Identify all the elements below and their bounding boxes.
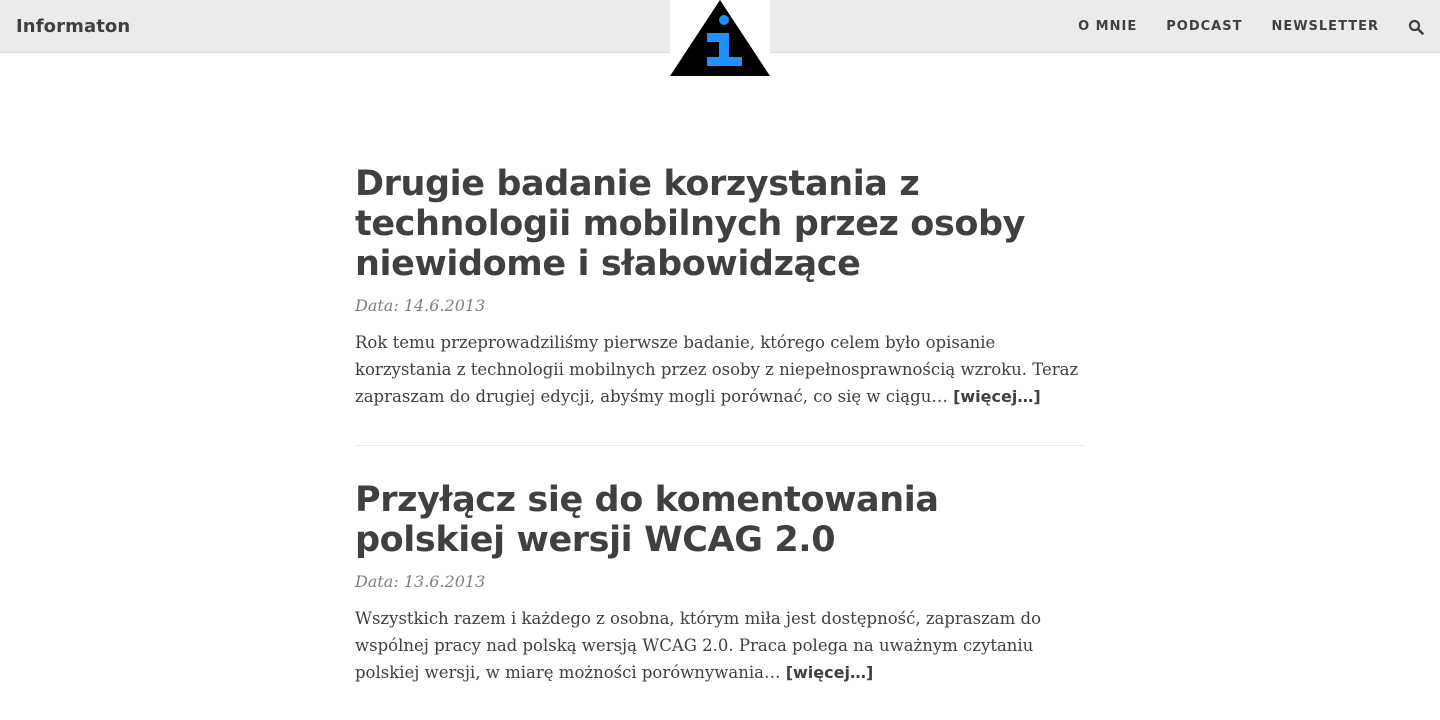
read-more-link[interactable]: [więcej…] bbox=[786, 663, 874, 682]
post-date: Data: 14.6.2013 bbox=[355, 296, 486, 315]
search-icon[interactable] bbox=[1408, 19, 1424, 35]
main-menu: O MNIE PODCAST NEWSLETTER bbox=[1049, 0, 1424, 53]
post-title: Drugie badanie korzystania z technologii… bbox=[355, 164, 1085, 284]
read-more-link[interactable]: [więcej…] bbox=[953, 387, 1041, 406]
nav-item-podcast[interactable]: PODCAST bbox=[1166, 19, 1242, 34]
post-excerpt: Wszystkich razem i każdego z osobna, któ… bbox=[355, 605, 1085, 686]
post-item: Przyłącz się do komentowania polskiej we… bbox=[355, 480, 1085, 720]
post-title-link[interactable]: Przyłącz się do komentowania polskiej we… bbox=[355, 480, 939, 560]
info-triangle-logo-icon bbox=[670, 0, 770, 76]
nav-item-newsletter[interactable]: NEWSLETTER bbox=[1271, 19, 1379, 34]
post-title: Przyłącz się do komentowania polskiej we… bbox=[355, 480, 1085, 560]
top-navigation-bar: Informaton O MNIE PODCAST NEWSLETTER bbox=[0, 0, 1440, 76]
post-item: Drugie badanie korzystania z technologii… bbox=[355, 164, 1085, 446]
post-list: Drugie badanie korzystania z technologii… bbox=[355, 164, 1085, 720]
site-logo[interactable] bbox=[670, 0, 770, 76]
post-excerpt-text: Wszystkich razem i każdego z osobna, któ… bbox=[355, 609, 1042, 682]
post-excerpt: Rok temu przeprowadziliśmy pierwsze bada… bbox=[355, 329, 1085, 410]
nav-item-o-mnie[interactable]: O MNIE bbox=[1078, 19, 1137, 34]
post-date: Data: 13.6.2013 bbox=[355, 572, 486, 591]
site-brand-link[interactable]: Informaton bbox=[16, 0, 130, 53]
post-title-link[interactable]: Drugie badanie korzystania z technologii… bbox=[355, 164, 1025, 284]
